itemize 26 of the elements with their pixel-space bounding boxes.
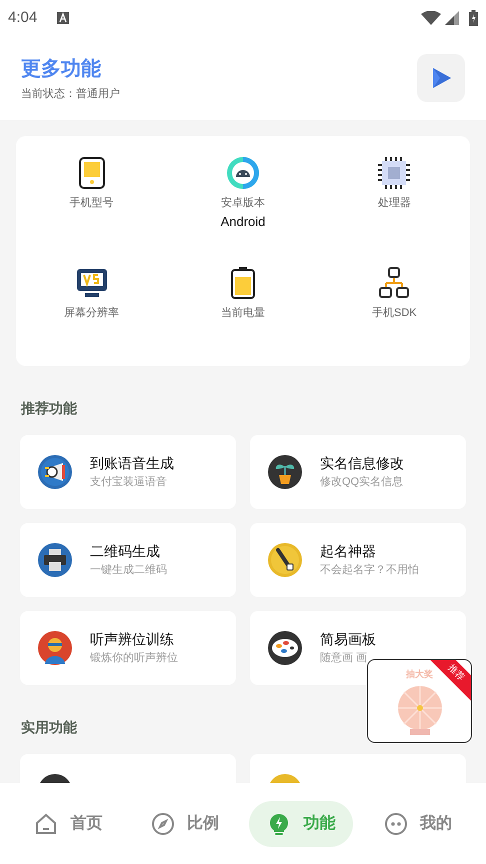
feature-title: 简易画板 [320,630,376,650]
feature-title: 实名信息修改 [320,454,404,474]
info-value: Android [220,212,266,230]
feature-title: 听声辨位训练 [90,630,175,650]
ribbon-text: 推荐 [446,662,468,684]
feature-subtitle: 修改QQ实名信息 [320,474,404,490]
feature-subtitle: 支付宝装逼语音 [90,474,168,490]
info-label: 安卓版本 [220,196,265,211]
info-label: 屏幕分辨率 [64,306,120,321]
page-title: 更多功能 [21,56,102,82]
feature-subtitle: 锻炼你的听声辨位 [90,650,178,666]
feature-title: 二维码生成 [90,542,161,562]
section-title: 实用功能 [21,718,77,737]
feature-subtitle: 一键生成二维码 [90,562,167,578]
feature-subtitle: 随意画 画 [320,651,368,666]
info-label: 当前电量 [220,306,265,321]
status-time: 4:04 [8,8,38,28]
info-label: 手机SDK [372,306,417,321]
lottery-title: 抽大奖 [406,668,433,681]
feature-title: 起名神器 [320,542,377,562]
feature-title: 到账语音生成 [90,454,174,474]
feature-subtitle: 不会起名字？不用怕 [320,562,419,578]
info-label: 手机型号 [70,196,114,211]
section-title: 推荐功能 [21,399,77,418]
info-label: 处理器 [378,196,411,211]
user-status: 当前状态：普通用户 [21,86,121,102]
